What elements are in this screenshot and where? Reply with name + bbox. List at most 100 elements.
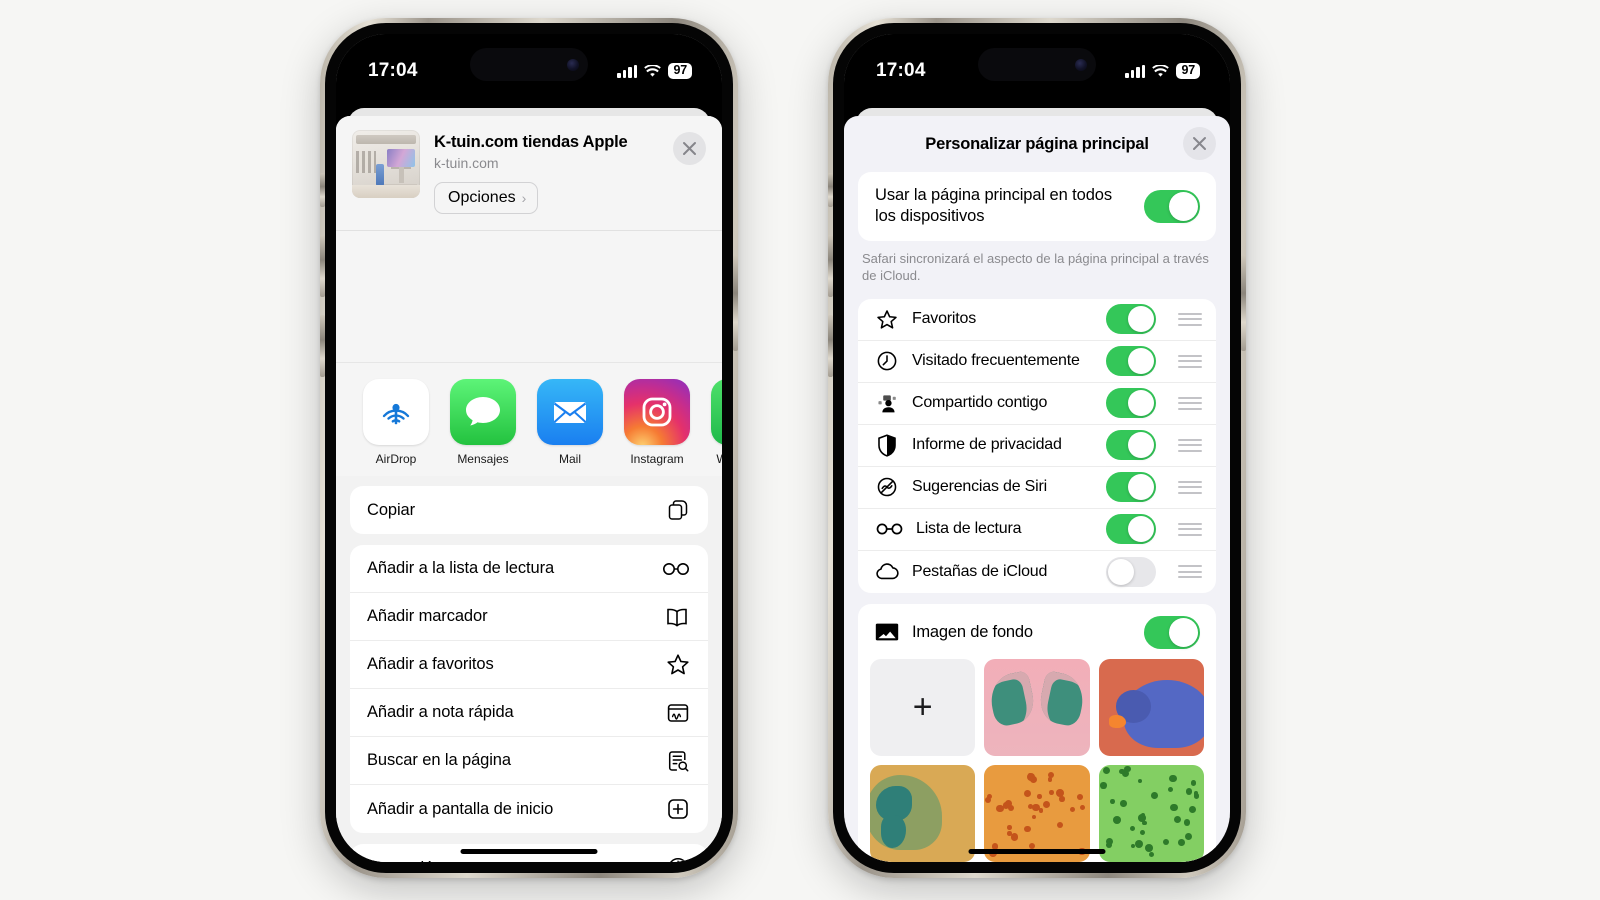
wallpaper-green-dots[interactable] — [1098, 764, 1204, 862]
reorder-handle-icon[interactable] — [1178, 396, 1202, 410]
wallpaper-bear[interactable] — [1098, 658, 1204, 756]
reorder-handle-icon[interactable] — [1178, 354, 1202, 368]
share-target-mensajes[interactable]: Mensajes — [450, 379, 516, 466]
share-targets-row[interactable]: AirDrop Mensajes Mail Instagram W — [336, 363, 722, 476]
section-row-compartido-contigo[interactable]: Compartido contigo — [858, 383, 1216, 425]
section-label: Pestañas de iCloud — [912, 562, 1048, 580]
section-label: Informe de privacidad — [912, 436, 1062, 454]
share-target-mail[interactable]: Mail — [537, 379, 603, 466]
action-button-left[interactable] — [320, 173, 325, 207]
wifi-icon — [644, 64, 662, 77]
sync-toggle[interactable] — [1144, 189, 1200, 223]
add-background-button[interactable]: + — [870, 658, 976, 756]
reorder-handle-icon[interactable] — [1178, 480, 1202, 494]
wallpaper-speckle — [1124, 765, 1131, 773]
add-background-label: + — [912, 687, 933, 726]
dynamic-island-left — [470, 48, 588, 81]
reorder-handle-icon[interactable] — [1178, 565, 1202, 579]
section-toggle[interactable] — [1106, 304, 1156, 335]
section-toggle[interactable] — [1106, 556, 1156, 587]
home-indicator-right[interactable] — [968, 849, 1106, 854]
wallpaper-parrot[interactable] — [870, 764, 976, 862]
share-sheet-header: K-tuin.com tiendas Apple k-tuin.com Opci… — [336, 116, 722, 231]
wallpaper-speckle — [1173, 815, 1182, 824]
chevron-right-icon: › — [521, 190, 527, 206]
section-toggle[interactable] — [1106, 514, 1156, 545]
section-row-visitado-frecuentemente[interactable]: Visitado frecuentemente — [858, 341, 1216, 383]
action-anadir-marcador[interactable]: Añadir marcador — [350, 593, 708, 641]
wallpaper-orange-dots[interactable] — [984, 764, 1090, 862]
wallpaper-speckle — [1029, 776, 1037, 784]
reorder-handle-icon[interactable] — [1178, 522, 1202, 536]
section-row-favoritos[interactable]: Favoritos — [858, 299, 1216, 341]
wallpaper-speckle — [1070, 806, 1075, 812]
home-indicator-left[interactable] — [460, 849, 598, 854]
action-button-right[interactable] — [828, 173, 833, 207]
wallpaper-butterfly[interactable] — [984, 658, 1090, 756]
find-in-page-icon — [666, 749, 690, 773]
iphone-right: 17:04 97 Personalizar página principal U… — [828, 18, 1246, 878]
section-toggle[interactable] — [1106, 430, 1156, 461]
volume-down-button-right[interactable] — [828, 315, 833, 377]
power-button-left[interactable] — [733, 255, 738, 351]
section-row-lista-de-lectura[interactable]: Lista de lectura — [858, 509, 1216, 551]
action-copiar[interactable]: Copiar — [350, 486, 708, 534]
volume-down-button-left[interactable] — [320, 315, 325, 377]
action-anadir-nota-rapida[interactable]: Añadir a nota rápida — [350, 689, 708, 737]
share-target-label: AirDrop — [375, 452, 417, 466]
wallpaper-speckle — [1131, 844, 1136, 849]
close-share-sheet-button[interactable] — [673, 132, 706, 165]
share-page-url: k-tuin.com — [434, 155, 499, 171]
copy-icon — [666, 498, 690, 522]
section-row-pestanas-icloud[interactable]: Pestañas de iCloud — [858, 551, 1216, 593]
wallpaper-speckle — [1047, 777, 1053, 782]
share-target-label: Mensajes — [457, 452, 509, 466]
sync-row[interactable]: Usar la página principal en todos los di… — [858, 172, 1216, 241]
share-target-label: WhatsApp — [716, 452, 722, 466]
power-button-right[interactable] — [1241, 255, 1246, 351]
share-target-instagram[interactable]: Instagram — [624, 379, 690, 466]
wallpaper-speckle — [1031, 815, 1037, 820]
volume-up-button-left[interactable] — [320, 235, 325, 297]
wallpaper-speckle — [1056, 822, 1063, 829]
action-anadir-pantalla-inicio[interactable]: Añadir a pantalla de inicio — [350, 785, 708, 833]
section-toggle[interactable] — [1106, 346, 1156, 377]
wallpaper-speckle — [1079, 804, 1085, 810]
battery-percent: 97 — [1176, 62, 1200, 80]
section-toggle[interactable] — [1106, 388, 1156, 419]
action-anadir-lista-lectura[interactable]: Añadir a la lista de lectura — [350, 545, 708, 593]
customize-start-page-sheet: Personalizar página principal Usar la pá… — [844, 116, 1230, 862]
action-label: Añadir a la lista de lectura — [367, 559, 555, 577]
section-row-sugerencias-siri[interactable]: Sugerencias de Siri — [858, 467, 1216, 509]
close-icon — [683, 142, 696, 155]
wallpaper-speckle — [1167, 786, 1173, 792]
mail-icon — [537, 379, 603, 445]
book-icon — [664, 606, 690, 628]
wifi-icon — [1152, 64, 1170, 77]
volume-up-button-right[interactable] — [828, 235, 833, 297]
action-buscar-en-pagina[interactable]: Buscar en la página — [350, 737, 708, 785]
reorder-handle-icon[interactable] — [1178, 438, 1202, 452]
wallpaper-speckle — [1100, 782, 1107, 789]
share-target-whatsapp[interactable]: WhatsApp — [711, 379, 722, 466]
phone-bezel-right: 17:04 97 Personalizar página principal U… — [828, 23, 1246, 873]
sync-label: Usar la página principal en todos los di… — [875, 186, 1113, 226]
share-actions: Copiar Añadir a la lista de lectura Añad… — [336, 476, 722, 862]
close-customize-button[interactable] — [1183, 127, 1216, 160]
share-sheet-meta: K-tuin.com tiendas Apple k-tuin.com Opci… — [434, 130, 659, 214]
wallpaper-speckle — [1102, 767, 1110, 775]
share-target-airdrop[interactable]: AirDrop — [363, 379, 429, 466]
options-button[interactable]: Opciones › — [434, 182, 539, 214]
section-row-informe-privacidad[interactable]: Informe de privacidad — [858, 425, 1216, 467]
action-anadir-favoritos[interactable]: Añadir a favoritos — [350, 641, 708, 689]
background-image-header[interactable]: Imagen de fondo — [870, 614, 1204, 659]
share-page-title: K-tuin.com tiendas Apple — [434, 133, 628, 151]
wallpaper-speckle — [1109, 799, 1115, 804]
section-toggle[interactable] — [1106, 472, 1156, 503]
reorder-handle-icon[interactable] — [1178, 312, 1202, 326]
page-title: Personalizar página principal — [925, 134, 1149, 153]
background-image-toggle[interactable] — [1144, 615, 1200, 649]
cellular-bars-icon — [1125, 64, 1146, 78]
section-label: Favoritos — [912, 310, 976, 328]
wallpaper-speckle — [1185, 787, 1193, 795]
